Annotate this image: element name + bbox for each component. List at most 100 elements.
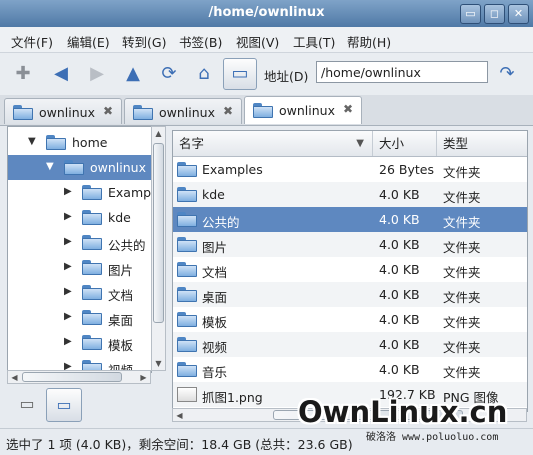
folder-icon xyxy=(64,160,84,175)
computer-view-icon[interactable]: ▭ xyxy=(46,388,82,422)
home-icon[interactable]: ⌂ xyxy=(191,61,217,87)
tree-item-public[interactable]: ▶ 公共的 xyxy=(8,230,151,255)
file-list[interactable]: 名字 ▼ 大小 类型 Examples 26 Bytes 文件夹 kde 4.0… xyxy=(172,130,528,412)
forward-icon[interactable]: ▶ xyxy=(84,61,110,87)
file-row[interactable]: 桌面 4.0 KB 文件夹 xyxy=(173,282,527,307)
file-size: 4.0 KB xyxy=(379,287,420,302)
expand-icon[interactable]: ▶ xyxy=(64,236,72,247)
scrollbar-thumb[interactable] xyxy=(22,372,122,382)
tree-label: 桌面 xyxy=(108,313,134,328)
scroll-left-icon[interactable]: ◀ xyxy=(173,409,186,422)
tab-1[interactable]: ownlinux ✖ xyxy=(4,98,122,124)
menu-go[interactable]: 转到(G) xyxy=(122,32,166,51)
scroll-left-icon[interactable]: ◀ xyxy=(8,371,21,384)
file-row[interactable]: 视频 4.0 KB 文件夹 xyxy=(173,332,527,357)
tree-item-templates[interactable]: ▶ 模板 xyxy=(8,330,151,355)
expand-icon[interactable]: ▼ xyxy=(46,161,54,172)
file-row[interactable]: 公共的 4.0 KB 文件夹 xyxy=(173,207,527,232)
menu-view[interactable]: 视图(V) xyxy=(236,32,279,51)
column-name[interactable]: 名字 ▼ xyxy=(173,131,373,156)
menu-edit[interactable]: 编辑(E) xyxy=(67,32,110,51)
file-name: kde xyxy=(202,187,225,202)
sort-desc-icon: ▼ xyxy=(356,138,364,149)
expand-icon[interactable]: ▶ xyxy=(64,336,72,347)
tree-item-kde[interactable]: ▶ kde xyxy=(8,205,151,230)
maximize-button[interactable]: ◻ xyxy=(484,4,505,24)
tree-label: 模板 xyxy=(108,338,134,353)
folder-icon xyxy=(82,285,102,300)
file-row[interactable]: 图片 4.0 KB 文件夹 xyxy=(173,232,527,257)
watermark-subtext: 破洛洛 www.poluoluo.com xyxy=(366,432,499,443)
file-row[interactable]: 音乐 4.0 KB 文件夹 xyxy=(173,357,527,382)
scroll-up-icon[interactable]: ▲ xyxy=(152,127,165,140)
tree-label: 公共的 xyxy=(108,238,146,253)
file-row[interactable]: kde 4.0 KB 文件夹 xyxy=(173,182,527,207)
expand-icon[interactable]: ▶ xyxy=(64,261,72,272)
tab-close-icon[interactable]: ✖ xyxy=(223,104,233,118)
minimize-button[interactable]: ▭ xyxy=(460,4,481,24)
folder-icon xyxy=(253,103,273,118)
menu-bookmarks[interactable]: 书签(B) xyxy=(179,32,222,51)
scroll-right-icon[interactable]: ▶ xyxy=(137,371,150,384)
scroll-down-icon[interactable]: ▼ xyxy=(152,357,165,370)
tree-item-ownlinux[interactable]: ▼ ownlinux xyxy=(8,155,151,180)
file-type: 文件夹 xyxy=(443,290,481,305)
tab-close-icon[interactable]: ✖ xyxy=(343,102,353,116)
folder-tree[interactable]: ▼ home ▼ ownlinux ▶ Examples ▶ kde ▶ 公共的… xyxy=(7,126,152,373)
title-bar[interactable]: /home/ownlinux ▭ ◻ ✕ xyxy=(0,0,533,27)
menu-bar: 文件(F) 编辑(E) 转到(G) 书签(B) 视图(V) 工具(T) 帮助(H… xyxy=(0,27,533,53)
file-size: 4.0 KB xyxy=(379,237,420,252)
folder-icon xyxy=(82,210,102,225)
tab-3[interactable]: ownlinux ✖ xyxy=(244,96,362,124)
file-row[interactable]: Examples 26 Bytes 文件夹 xyxy=(173,157,527,182)
watermark-logo: OwnLinux.cn xyxy=(298,395,508,429)
file-manager-window: /home/ownlinux ▭ ◻ ✕ 文件(F) 编辑(E) 转到(G) 书… xyxy=(0,0,533,455)
tree-label: kde xyxy=(108,210,131,225)
expand-icon[interactable]: ▶ xyxy=(64,186,72,197)
column-type[interactable]: 类型 xyxy=(437,131,527,156)
expand-icon[interactable]: ▶ xyxy=(64,286,72,297)
tree-item-documents[interactable]: ▶ 文档 xyxy=(8,280,151,305)
drive-icon[interactable]: ▭ xyxy=(10,388,44,420)
tab-2[interactable]: ownlinux ✖ xyxy=(124,98,242,124)
up-icon[interactable]: ▲ xyxy=(120,61,146,87)
column-size[interactable]: 大小 xyxy=(373,131,437,156)
file-row[interactable]: 模板 4.0 KB 文件夹 xyxy=(173,307,527,332)
folder-icon xyxy=(133,105,153,120)
file-name: 模板 xyxy=(202,315,228,330)
go-icon[interactable]: ↷ xyxy=(494,61,520,87)
tree-vertical-scrollbar[interactable]: ▲ ▼ xyxy=(151,126,166,371)
file-size: 4.0 KB xyxy=(379,212,420,227)
status-text: 选中了 1 项 (4.0 KB)，剩余空间：18.4 GB (总共：23.6 G… xyxy=(6,437,353,452)
tree-item-desktop[interactable]: ▶ 桌面 xyxy=(8,305,151,330)
reload-icon[interactable]: ⟳ xyxy=(156,61,182,87)
column-name-label: 名字 xyxy=(179,136,205,151)
computer-icon[interactable]: ▭ xyxy=(223,58,257,90)
tree-item-home[interactable]: ▼ home xyxy=(8,130,151,155)
file-type: 文件夹 xyxy=(443,165,481,180)
scrollbar-thumb[interactable] xyxy=(153,143,164,323)
new-tab-icon[interactable]: ✚ xyxy=(10,61,36,87)
file-size: 4.0 KB xyxy=(379,312,420,327)
tab-close-icon[interactable]: ✖ xyxy=(103,104,113,118)
tree-item-examples[interactable]: ▶ Examples xyxy=(8,180,151,205)
close-button[interactable]: ✕ xyxy=(508,4,529,24)
tab-label: ownlinux xyxy=(39,105,95,120)
address-input[interactable]: /home/ownlinux xyxy=(316,61,488,83)
menu-help[interactable]: 帮助(H) xyxy=(347,32,391,51)
folder-icon xyxy=(82,260,102,275)
file-type: 文件夹 xyxy=(443,315,481,330)
expand-icon[interactable]: ▼ xyxy=(28,136,36,147)
file-row[interactable]: 文档 4.0 KB 文件夹 xyxy=(173,257,527,282)
tree-item-pictures[interactable]: ▶ 图片 xyxy=(8,255,151,280)
menu-tools[interactable]: 工具(T) xyxy=(293,32,335,51)
expand-icon[interactable]: ▶ xyxy=(64,311,72,322)
menu-file[interactable]: 文件(F) xyxy=(11,32,53,51)
folder-link-icon xyxy=(177,162,197,177)
tree-horizontal-scrollbar[interactable]: ◀ ▶ xyxy=(7,370,151,384)
back-icon[interactable]: ◀ xyxy=(48,61,74,87)
expand-icon[interactable]: ▶ xyxy=(64,211,72,222)
folder-icon xyxy=(82,235,102,250)
file-size: 4.0 KB xyxy=(379,337,420,352)
folder-icon xyxy=(82,310,102,325)
